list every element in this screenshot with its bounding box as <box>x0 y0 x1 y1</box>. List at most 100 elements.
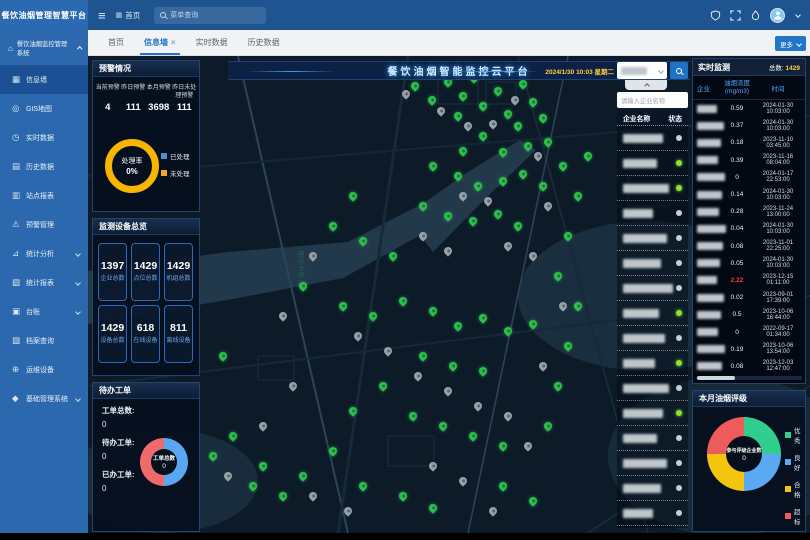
realtime-row[interactable]: 2.222023-12-15 01:11:00 <box>693 272 805 289</box>
blur-blob <box>697 259 720 267</box>
enterprise-list-row[interactable] <box>617 201 688 226</box>
blur-blob <box>697 122 724 130</box>
blurred-enterprise-name <box>693 186 723 204</box>
archive-query-icon: ▨ <box>12 335 26 346</box>
reading-time: 2024-01-30 10:03:00 <box>751 103 805 115</box>
blur-blob <box>697 191 722 199</box>
map-search-button[interactable] <box>670 62 688 79</box>
enterprise-list-row[interactable] <box>617 401 688 426</box>
realtime-row[interactable]: 0.082023-11-01 22:25:00 <box>693 238 805 255</box>
shield-icon[interactable] <box>710 10 721 21</box>
sidebar-item-GIS地图[interactable]: ◎GIS地图 <box>0 94 88 123</box>
realtime-row[interactable]: 0.142024-01-30 10:03:00 <box>693 186 805 203</box>
realtime-row[interactable]: 0.592024-01-30 10:03:00 <box>693 100 805 117</box>
topbar-home-tab[interactable]: ▦ 首页 <box>116 10 141 21</box>
horizontal-scrollbar[interactable] <box>696 376 802 380</box>
enterprise-name-input[interactable]: 请输入企业名称 <box>617 92 688 108</box>
sidebar-item-信息墙[interactable]: ▦信息墙 <box>0 65 88 94</box>
device-stat-label: 企业总数 <box>100 276 124 283</box>
realtime-row[interactable]: 0.182023-11-10 03:45:00 <box>693 134 805 151</box>
search-icon <box>160 12 166 18</box>
device-stat-box[interactable]: 618在线设备 <box>131 305 160 363</box>
tab-信息墙[interactable]: 信息墙× <box>134 37 186 55</box>
enterprise-list-row[interactable] <box>617 426 688 451</box>
realtime-row[interactable]: 0.052024-01-30 10:03:00 <box>693 255 805 272</box>
enterprise-list-row[interactable] <box>617 276 688 301</box>
enterprise-list-row[interactable] <box>617 376 688 401</box>
legend-swatch <box>161 153 167 159</box>
device-stat-box[interactable]: 1429点位总数 <box>131 243 160 301</box>
workorder-stat-label: 已办工单: <box>102 469 135 480</box>
sidebar-item-运维设备[interactable]: ⊕运维设备 <box>0 355 88 384</box>
collapse-panel-tab[interactable] <box>625 80 667 90</box>
enterprise-list-row[interactable] <box>617 451 688 476</box>
enterprise-list-row[interactable] <box>617 251 688 276</box>
realtime-row[interactable]: 0.042024-01-30 10:03:00 <box>693 220 805 237</box>
chevron-down-icon <box>75 280 81 286</box>
sidebar-item-统计分析[interactable]: ⊿统计分析 <box>0 239 88 268</box>
sidebar-item-统计报表[interactable]: ▧统计报表 <box>0 268 88 297</box>
enterprise-filter-select[interactable] <box>617 62 667 79</box>
sidebar-item-站点报表[interactable]: ▥站点报表 <box>0 181 88 210</box>
sidebar-system-header[interactable]: ⌂ 餐饮油烟监控管理系统 <box>0 30 88 65</box>
warning-stat-value: 3698 <box>146 102 172 113</box>
blurred-enterprise-name <box>623 134 663 143</box>
realtime-row[interactable]: 0.392023-11-16 08:04:00 <box>693 152 805 169</box>
enterprise-list-row[interactable] <box>617 476 688 501</box>
user-avatar[interactable] <box>770 8 785 23</box>
device-stat-box[interactable]: 811离线设备 <box>164 305 193 363</box>
realtime-row[interactable]: 0.192023-10-06 13:54:00 <box>693 341 805 358</box>
process-rate-donut: 处理率 0% <box>105 139 159 193</box>
enterprise-list-row[interactable] <box>617 176 688 201</box>
hamburger-menu-icon[interactable]: ≡ <box>98 8 106 23</box>
close-icon[interactable]: × <box>171 38 176 47</box>
realtime-row[interactable]: 0.52023-10-06 16:44:00 <box>693 306 805 323</box>
status-dot-gray <box>676 135 682 141</box>
sidebar-item-台账[interactable]: ▣台账 <box>0 297 88 326</box>
realtime-row[interactable]: 0.282023-11-24 13:00:00 <box>693 203 805 220</box>
warning-panel: 预警情况 当前预警4昨日预警111本月预警3698昨日未处理预警111 处理率 … <box>92 60 200 212</box>
chevron-down-icon[interactable] <box>795 12 801 18</box>
enterprise-list-row[interactable] <box>617 126 688 151</box>
enterprise-list-row[interactable] <box>617 501 688 526</box>
chevron-down-icon <box>796 41 802 47</box>
warning-stat-label: 当前预警 <box>95 85 121 100</box>
enterprise-list-row[interactable] <box>617 326 688 351</box>
scrollbar-thumb[interactable] <box>697 376 735 380</box>
flame-icon[interactable] <box>750 10 761 21</box>
device-stat-box[interactable]: 1397企业总数 <box>98 243 127 301</box>
more-button[interactable]: 更多 <box>775 36 806 51</box>
concentration-value: 0.08 <box>723 363 751 370</box>
device-stat-box[interactable]: 1429机组总数 <box>164 243 193 301</box>
realtime-row[interactable]: 0.022023-09-01 17:39:00 <box>693 289 805 306</box>
enterprise-list-row[interactable] <box>617 301 688 326</box>
menu-search-input[interactable]: 菜单查询 <box>154 7 266 24</box>
tab-历史数据[interactable]: 历史数据 <box>238 37 290 55</box>
realtime-row[interactable]: 02024-01-17 22:53:00 <box>693 169 805 186</box>
tab-实时数据[interactable]: 实时数据 <box>186 37 238 55</box>
enterprise-list-row[interactable] <box>617 226 688 251</box>
reading-time: 2022-09-17 01:34:00 <box>751 326 805 338</box>
tabs: 首页信息墙×实时数据历史数据 <box>98 37 290 55</box>
concentration-value: 0.19 <box>723 346 751 353</box>
tab-首页[interactable]: 首页 <box>98 37 134 55</box>
device-stat-box[interactable]: 1429设备总数 <box>98 305 127 363</box>
sidebar-item-预警管理[interactable]: ⚠预警管理 <box>0 210 88 239</box>
enterprise-list-row[interactable] <box>617 151 688 176</box>
chevron-down-icon <box>75 396 81 402</box>
sidebar-item-实时数据[interactable]: ◷实时数据 <box>0 123 88 152</box>
sidebar-item-label: 实时数据 <box>26 133 54 143</box>
fullscreen-icon[interactable] <box>730 10 741 21</box>
sidebar-item-历史数据[interactable]: ▤历史数据 <box>0 152 88 181</box>
workorder-stat-value: 0 <box>102 452 135 461</box>
legend-item: 合格 <box>785 479 805 499</box>
sidebar-item-档案查询[interactable]: ▨档案查询 <box>0 326 88 355</box>
reading-time: 2024-01-30 10:03:00 <box>751 120 805 132</box>
realtime-row[interactable]: 0.372024-01-30 10:03:00 <box>693 117 805 134</box>
sidebar-item-基础管理系统[interactable]: ◆基础管理系统 <box>0 384 88 413</box>
blur-blob <box>697 311 721 319</box>
enterprise-list-row[interactable] <box>617 351 688 376</box>
realtime-row[interactable]: 02022-09-17 01:34:00 <box>693 323 805 340</box>
realtime-row[interactable]: 0.082023-12-03 12:47:00 <box>693 358 805 375</box>
blurred-enterprise-name <box>693 357 723 375</box>
